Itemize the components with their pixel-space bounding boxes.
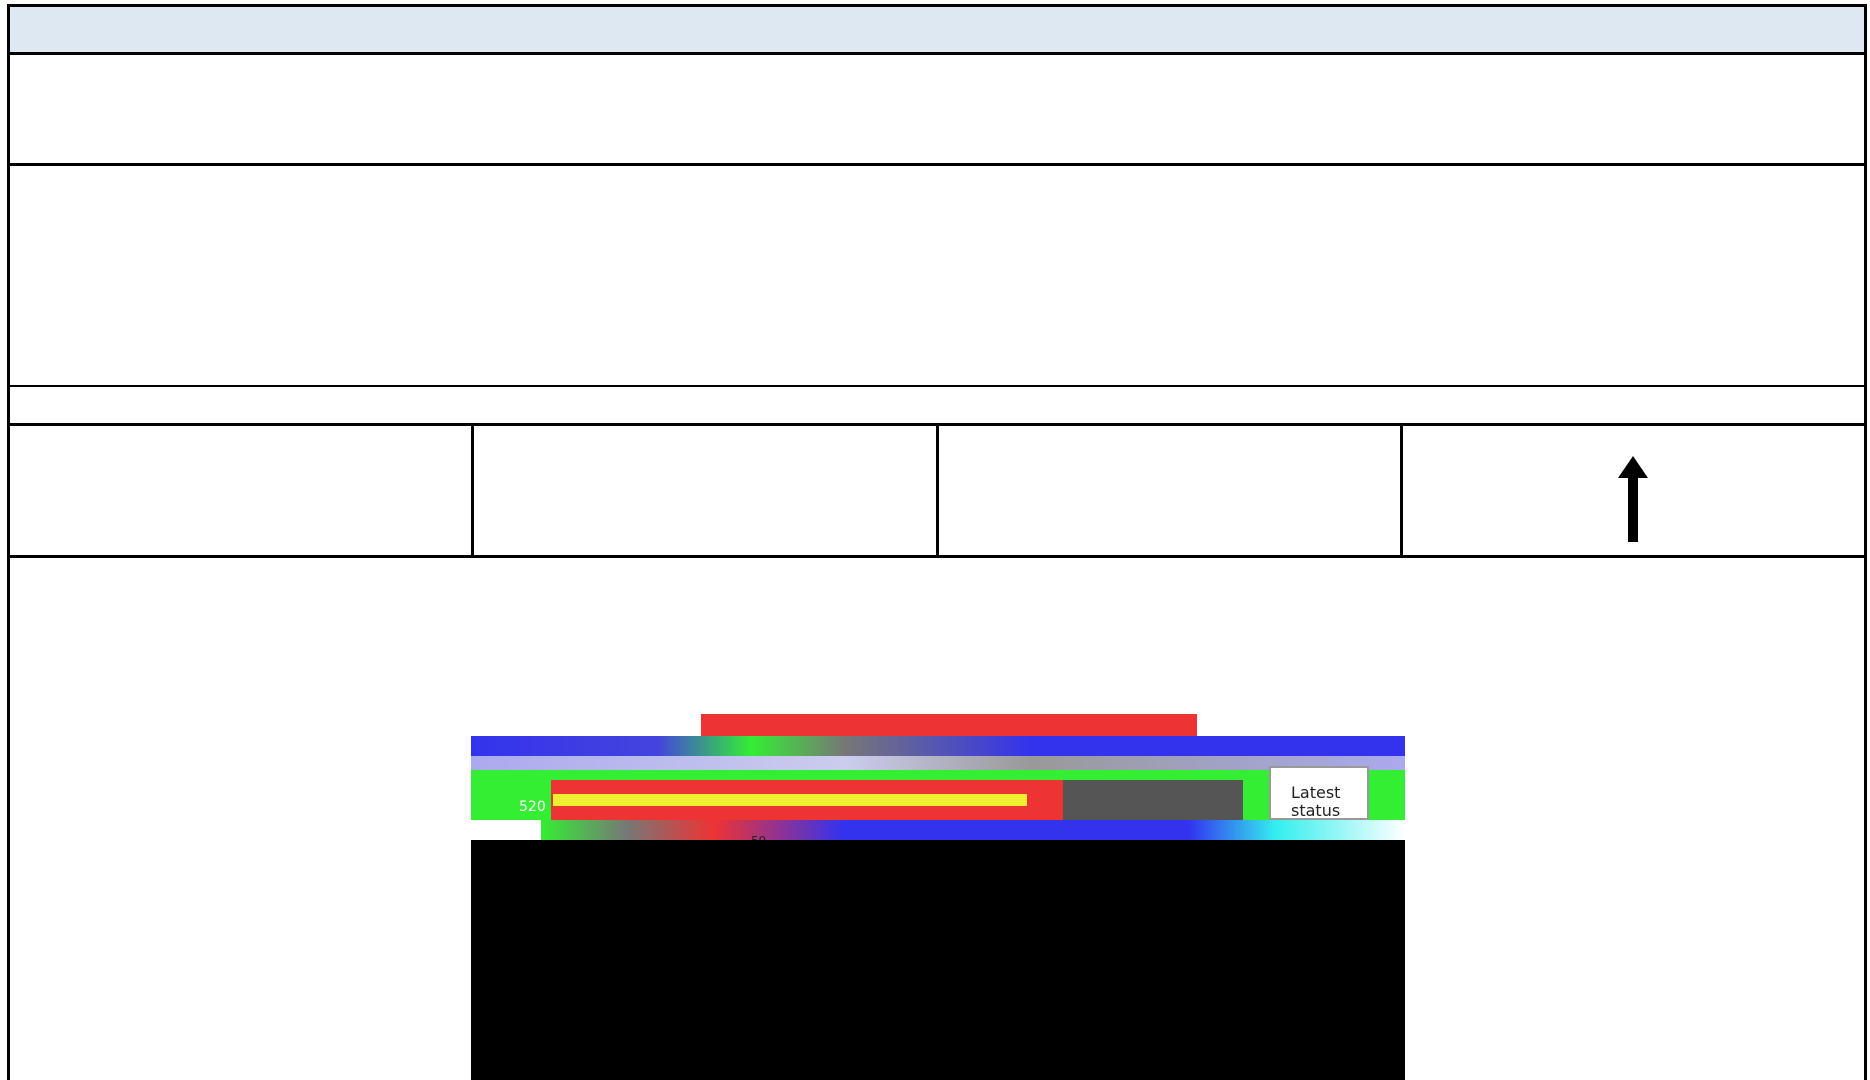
embedded-black-area xyxy=(471,840,1405,1080)
title-bar xyxy=(7,4,1867,55)
embedded-top-bar xyxy=(701,714,1197,736)
description-panel xyxy=(7,166,1867,387)
embedded-view: Latest status 520 59 xyxy=(471,714,1405,1080)
arrow-up-icon[interactable] xyxy=(1618,456,1649,542)
embedded-gray-block xyxy=(1063,780,1243,820)
embedded-lower-strip xyxy=(541,820,1405,840)
embedded-value-left: 520 xyxy=(519,799,546,815)
header-panel xyxy=(7,55,1867,166)
cell-row xyxy=(7,426,1867,558)
cell-2[interactable] xyxy=(474,426,939,555)
embedded-status-label: Latest status xyxy=(1291,783,1341,820)
embedded-toolbar-strip xyxy=(471,736,1405,756)
cell-1[interactable] xyxy=(10,426,475,555)
embedded-row-strip xyxy=(471,756,1405,770)
embedded-yellow-bar xyxy=(553,794,1027,806)
separator-bar xyxy=(7,387,1867,426)
cell-4[interactable] xyxy=(1403,426,1864,555)
cell-3[interactable] xyxy=(939,426,1403,555)
